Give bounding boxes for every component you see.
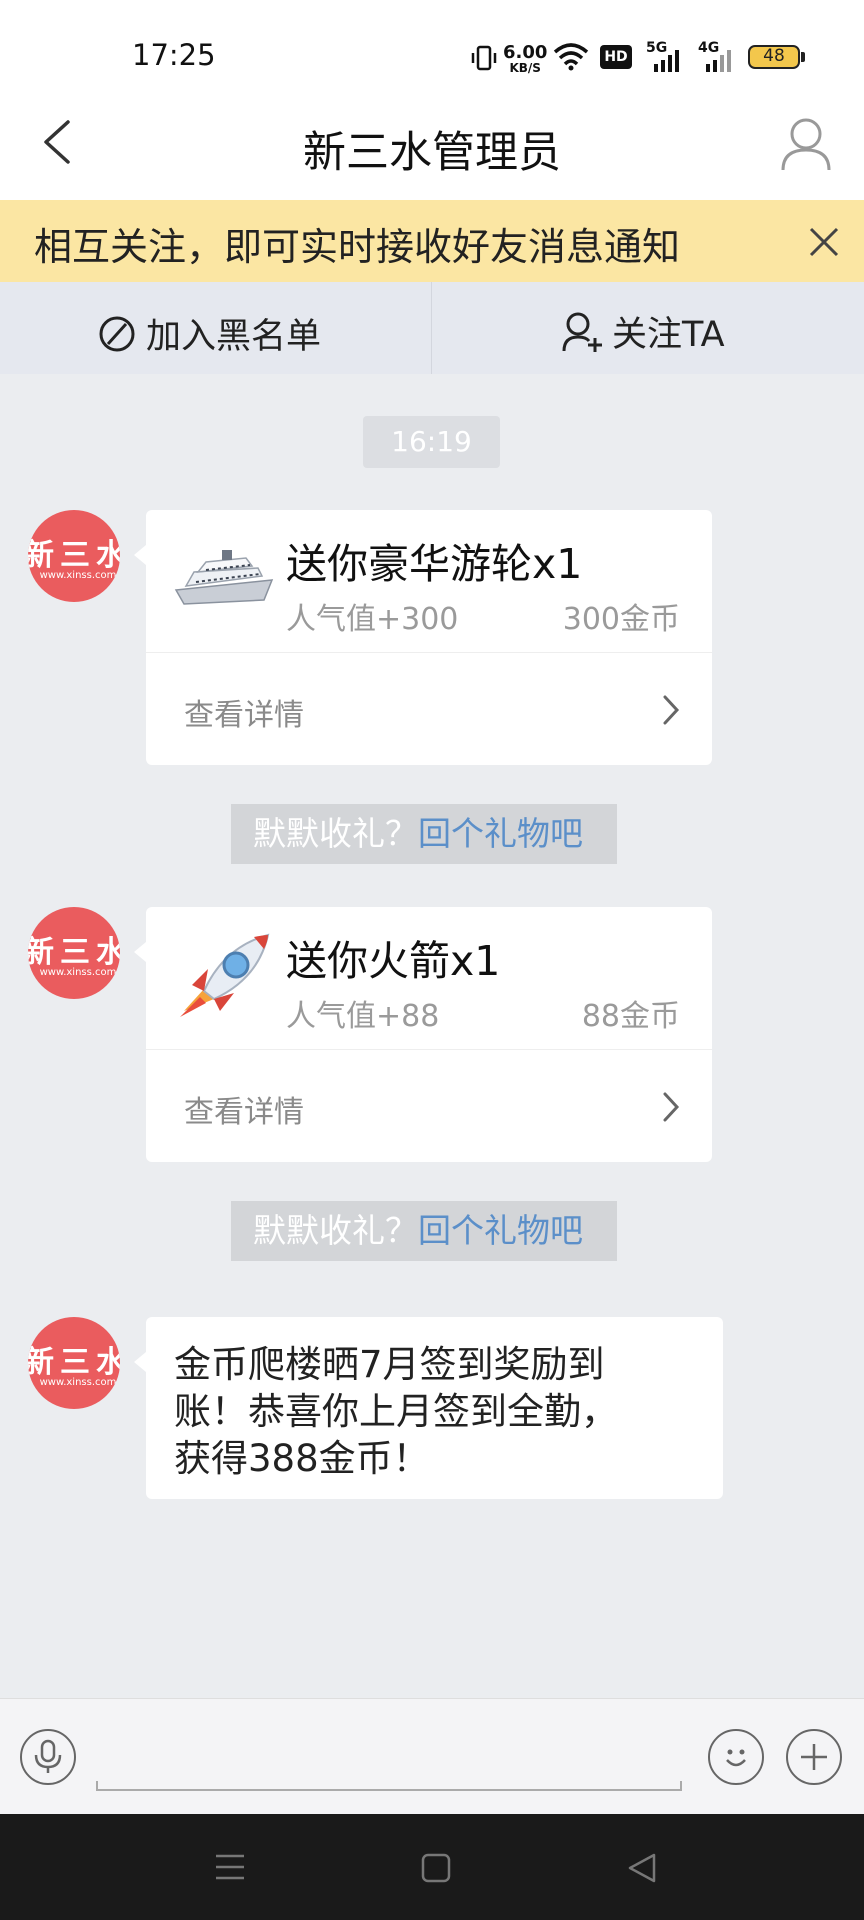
gift-divider bbox=[146, 1049, 712, 1050]
reply-prompt-text: 默默收礼？ bbox=[253, 1211, 418, 1250]
avatar[interactable]: 新三水 www.xinss.com bbox=[28, 510, 120, 602]
back-triangle-icon[interactable] bbox=[626, 1852, 658, 1884]
follow-label: 关注TA bbox=[612, 315, 725, 355]
battery-tip bbox=[801, 52, 805, 62]
rocket-icon bbox=[180, 933, 270, 1017]
page-title: 新三水管理员 bbox=[303, 128, 561, 178]
gift-message-card[interactable]: 送你火箭x1 人气值+88 88金币 查看详情 bbox=[146, 907, 712, 1162]
avatar-logo-url: www.xinss.com bbox=[39, 1377, 117, 1388]
menu-icon[interactable] bbox=[214, 1852, 246, 1882]
user-icon[interactable] bbox=[780, 116, 832, 172]
bubble-tail bbox=[134, 942, 146, 962]
follow-button[interactable]: 关注TA bbox=[562, 306, 725, 357]
vibrate-icon bbox=[471, 45, 497, 71]
reply-gift-link[interactable]: 回个礼物吧 bbox=[418, 1211, 583, 1250]
emoji-button[interactable] bbox=[708, 1729, 764, 1785]
cruise-ship-icon bbox=[174, 550, 274, 605]
close-icon[interactable] bbox=[808, 226, 840, 258]
battery-level: 48 bbox=[763, 46, 785, 66]
avatar-logo-text: 新三水 bbox=[28, 935, 120, 970]
view-details-link[interactable]: 查看详情 bbox=[184, 1087, 304, 1131]
text-message-bubble[interactable]: 金币爬楼晒7月签到奖励到 账！恭喜你上月签到全勤， 获得388金币！ bbox=[146, 1317, 723, 1499]
bubble-tail bbox=[134, 545, 146, 565]
avatar[interactable]: 新三水 www.xinss.com bbox=[28, 907, 120, 999]
bubble-tail bbox=[134, 1352, 146, 1372]
emoji-icon bbox=[726, 1749, 746, 1767]
signal-4g-icon bbox=[706, 50, 731, 72]
battery-icon: 48 bbox=[748, 45, 800, 69]
message-input[interactable] bbox=[96, 1781, 682, 1791]
signal-5g-icon bbox=[654, 50, 679, 72]
chevron-right-icon bbox=[663, 1092, 680, 1122]
avatar-logo-text: 新三水 bbox=[28, 538, 120, 573]
gift-coins: 300金币 bbox=[562, 602, 680, 637]
status-bar bbox=[0, 0, 864, 100]
avatar-logo-text: 新三水 bbox=[28, 1345, 120, 1380]
reply-prompt-text: 默默收礼？ bbox=[253, 814, 418, 853]
home-icon[interactable] bbox=[420, 1852, 452, 1884]
status-time: 17:25 bbox=[132, 38, 216, 72]
block-icon bbox=[99, 316, 135, 351]
message-line: 获得388金币！ bbox=[174, 1437, 430, 1480]
message-line: 账！恭喜你上月签到全勤， bbox=[174, 1390, 618, 1433]
network-speed-value: 6.00 bbox=[503, 42, 548, 63]
gift-title: 送你火箭x1 bbox=[286, 937, 501, 985]
reply-gift-link[interactable]: 回个礼物吧 bbox=[418, 814, 583, 853]
avatar[interactable]: 新三水 www.xinss.com bbox=[28, 1317, 120, 1409]
chat-time-label: 16:19 bbox=[363, 416, 500, 468]
hd-icon: HD bbox=[600, 45, 632, 69]
avatar-logo-url: www.xinss.com bbox=[39, 967, 117, 978]
gift-popularity: 人气值+88 bbox=[286, 999, 440, 1034]
avatar-logo-url: www.xinss.com bbox=[39, 570, 117, 581]
add-user-icon bbox=[562, 312, 602, 352]
message-text: 金币爬楼晒7月签到奖励到 账！恭喜你上月签到全勤， 获得388金币！ bbox=[174, 1341, 618, 1482]
voice-button[interactable] bbox=[20, 1729, 76, 1785]
reply-gift-prompt: 默默收礼？回个礼物吧 bbox=[231, 804, 617, 864]
message-line: 金币爬楼晒7月签到奖励到 bbox=[174, 1343, 605, 1386]
add-button[interactable] bbox=[786, 1729, 842, 1785]
network-speed: 6.00 KB/S bbox=[503, 42, 548, 75]
notice-text: 相互关注，即可实时接收好友消息通知 bbox=[34, 225, 681, 269]
gift-popularity: 人气值+300 bbox=[286, 602, 459, 637]
chevron-right-icon bbox=[663, 695, 680, 725]
gift-coins: 88金币 bbox=[581, 999, 680, 1034]
plus-icon bbox=[801, 1744, 827, 1770]
wifi-icon bbox=[553, 43, 589, 71]
gift-title: 送你豪华游轮x1 bbox=[286, 540, 583, 588]
view-details-link[interactable]: 查看详情 bbox=[184, 690, 304, 734]
blacklist-button[interactable]: 加入黑名单 bbox=[98, 308, 321, 359]
action-divider bbox=[431, 282, 432, 374]
reply-gift-prompt: 默默收礼？回个礼物吧 bbox=[231, 1201, 617, 1261]
gift-divider bbox=[146, 652, 712, 653]
gift-message-card[interactable]: 送你豪华游轮x1 人气值+300 300金币 查看详情 bbox=[146, 510, 712, 765]
blacklist-label: 加入黑名单 bbox=[146, 317, 322, 357]
microphone-icon bbox=[34, 1739, 62, 1773]
network-speed-unit: KB/S bbox=[509, 61, 541, 75]
